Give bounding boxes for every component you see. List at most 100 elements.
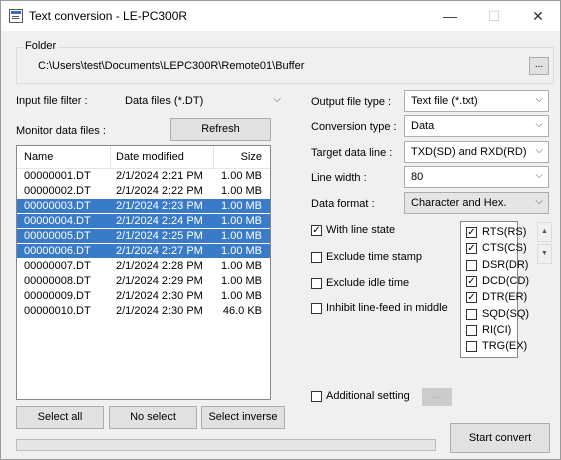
file-size: 1.00 MB [221,245,262,257]
line-state-label: DSR(DR) [482,258,529,271]
additional-setting-checkbox[interactable] [311,391,322,402]
output-file-type-select[interactable]: Text file (*.txt) ⌵ [404,90,549,112]
data-format-label: Data format : [311,198,375,210]
line-width-select[interactable]: 80 ⌵ [404,166,549,188]
output-file-type-label: Output file type : [311,96,392,108]
exclude-idle-time-checkbox[interactable] [311,278,322,289]
file-date: 2/1/2024 2:30 PM [116,305,203,317]
target-data-line-label: Target data line : [311,147,393,159]
chevron-down-icon: ⌵ [535,94,543,105]
file-size: 1.00 MB [221,275,262,287]
line-state-checkbox-dsr-dr[interactable] [466,259,477,271]
line-state-checkbox-cts-cs[interactable]: ✓ [466,243,477,255]
file-date: 2/1/2024 2:27 PM [116,245,203,257]
table-row[interactable]: 00000002.DT 2/1/2024 2:22 PM 1.00 MB [17,184,270,198]
table-row[interactable]: 00000008.DT 2/1/2024 2:29 PM 1.00 MB [17,274,270,288]
folder-label: Folder [23,40,59,52]
table-row[interactable]: 00000003.DT 2/1/2024 2:23 PM 1.00 MB [17,199,270,213]
text-conversion-window: Text conversion - LE-PC300R — ☐ ✕ Folder… [0,0,561,460]
line-state-checkbox-ri-ci[interactable] [466,324,477,336]
folder-path: C:\Users\test\Documents\LEPC300R\Remote0… [38,60,305,72]
monitor-data-files-label: Monitor data files : [16,125,106,137]
chevron-down-icon: ⌵ [535,119,543,130]
file-size: 1.00 MB [221,185,262,197]
line-state-label: RTS(RS) [482,226,527,238]
line-state-label: TRG(EX) [482,340,528,353]
table-row[interactable]: 00000001.DT 2/1/2024 2:21 PM 1.00 MB [17,169,270,183]
line-state-label: RI(CI) [482,323,512,336]
file-date: 2/1/2024 2:30 PM [116,290,203,302]
refresh-button[interactable]: Refresh [170,118,271,141]
with-line-state-label: With line state [326,224,396,236]
conversion-type-label: Conversion type : [311,121,397,133]
no-select-button[interactable]: No select [109,406,197,429]
file-size: 1.00 MB [221,230,262,242]
input-file-filter-label: Input file filter : [16,95,88,107]
column-name[interactable]: Name [24,151,53,163]
exclude-idle-time-label: Exclude idle time [326,277,410,289]
minimize-button[interactable]: — [428,1,472,31]
file-name: 00000004.DT [24,215,91,227]
file-date: 2/1/2024 2:29 PM [116,275,203,287]
target-data-line-select[interactable]: TXD(SD) and RXD(RD) ⌵ [404,141,549,163]
file-name: 00000009.DT [24,290,91,302]
line-state-label: CTS(CS) [482,242,527,255]
table-row[interactable]: 00000009.DT 2/1/2024 2:30 PM 1.00 MB [17,289,270,303]
file-size: 1.00 MB [221,260,262,272]
conversion-type-select[interactable]: Data ⌵ [404,115,549,137]
file-list[interactable]: Name Date modified Size 00000001.DT 2/1/2… [16,145,271,400]
select-all-button[interactable]: Select all [16,406,104,429]
additional-setting-button[interactable]: ... [422,388,452,406]
exclude-time-stamp-checkbox[interactable] [311,252,322,263]
inhibit-line-feed-label: Inhibit line-feed in middle [326,302,448,314]
file-size: 46.0 KB [222,305,262,317]
chevron-down-icon: ⌵ [535,196,543,207]
table-row[interactable]: 00000006.DT 2/1/2024 2:27 PM 1.00 MB [17,244,270,258]
line-state-checkbox-trg-ex[interactable] [466,341,477,353]
file-name: 00000002.DT [24,185,91,197]
file-name: 00000003.DT [24,200,91,212]
file-name: 00000006.DT [24,245,91,257]
file-date: 2/1/2024 2:22 PM [116,185,203,197]
select-inverse-button[interactable]: Select inverse [201,406,285,429]
start-convert-button[interactable]: Start convert [450,423,550,453]
line-state-list: ✓ RTS(RS) ✓ CTS(CS) DSR(DR) ✓ DCD(CD) ✓ DTR(ER) S… [460,221,529,358]
column-date-modified[interactable]: Date modified [116,151,184,163]
data-format-select[interactable]: Character and Hex. ⌵ [404,192,549,214]
file-size: 1.00 MB [221,215,262,227]
additional-setting-label: Additional setting [326,390,410,402]
exclude-time-stamp-label: Exclude time stamp [326,251,422,263]
file-name: 00000005.DT [24,230,91,242]
line-state-checkbox-dcd-cd[interactable]: ✓ [466,275,477,287]
input-file-filter-select[interactable]: Data files (*.DT) ⌵ [118,90,287,112]
line-state-checkbox-dtr-er[interactable]: ✓ [466,292,477,304]
file-size: 1.00 MB [221,200,262,212]
scroll-up-button[interactable]: ▲ [537,222,552,242]
column-size[interactable]: Size [241,151,262,163]
table-row[interactable]: 00000005.DT 2/1/2024 2:25 PM 1.00 MB [17,229,270,243]
file-date: 2/1/2024 2:23 PM [116,200,203,212]
close-button[interactable]: ✕ [516,1,560,31]
line-state-checkbox-rts-rs[interactable]: ✓ [466,227,477,238]
conversion-progress-bar [16,439,436,451]
title-bar: Text conversion - LE-PC300R — ☐ ✕ [1,1,560,31]
inhibit-line-feed-checkbox[interactable] [311,303,322,314]
line-state-checkbox-sqd-sq[interactable] [466,308,477,320]
file-name: 00000007.DT [24,260,91,272]
line-state-label: DCD(CD) [482,274,530,287]
file-size: 1.00 MB [221,170,262,182]
file-name: 00000001.DT [24,170,91,182]
browse-folder-button[interactable]: ... [529,57,549,75]
chevron-down-icon: ⌵ [273,94,281,105]
table-row[interactable]: 00000010.DT 2/1/2024 2:30 PM 46.0 KB [17,304,270,318]
chevron-down-icon: ⌵ [535,170,543,181]
file-list-header: Name Date modified Size [17,146,270,169]
table-row[interactable]: 00000004.DT 2/1/2024 2:24 PM 1.00 MB [17,214,270,228]
file-name: 00000010.DT [24,305,91,317]
line-width-label: Line width : [311,172,367,184]
with-line-state-checkbox[interactable]: ✓ [311,225,322,236]
file-name: 00000008.DT [24,275,91,287]
scroll-down-button[interactable]: ▼ [537,244,552,264]
file-date: 2/1/2024 2:25 PM [116,230,203,242]
table-row[interactable]: 00000007.DT 2/1/2024 2:28 PM 1.00 MB [17,259,270,273]
